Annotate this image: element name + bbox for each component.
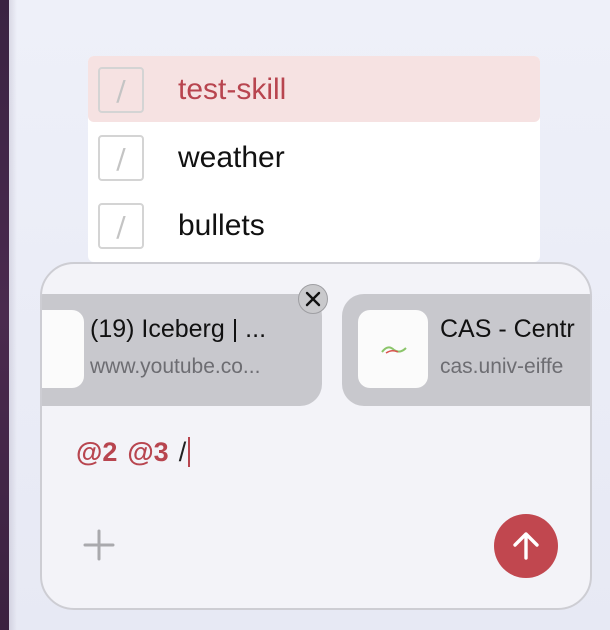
plus-icon xyxy=(83,529,115,561)
skill-item-test-skill[interactable]: / test-skill xyxy=(88,56,540,122)
remove-attachment-button[interactable] xyxy=(298,284,328,314)
skill-item-label: bullets xyxy=(178,209,265,242)
skill-item-bullets[interactable]: / bullets xyxy=(88,192,540,258)
message-input[interactable]: @2 @3 / xyxy=(76,432,191,472)
attachment-thumbnail xyxy=(358,310,428,388)
window-edge-shadow xyxy=(9,0,17,630)
mention-token: @3 xyxy=(127,437,169,467)
send-button[interactable] xyxy=(494,514,558,578)
arrow-up-icon xyxy=(513,532,539,560)
attachment-card-youtube[interactable]: (19) Iceberg | ... www.youtube.co... xyxy=(42,294,322,406)
text-caret xyxy=(188,437,191,467)
attachment-card-cas[interactable]: CAS - Centr cas.univ-eiffe xyxy=(342,294,590,406)
slash-command-icon: / xyxy=(98,135,144,181)
window-edge xyxy=(0,0,9,630)
skill-item-label: weather xyxy=(178,141,285,174)
skill-item-weather[interactable]: / weather xyxy=(88,124,540,190)
message-composer: (19) Iceberg | ... www.youtube.co... CAS… xyxy=(40,262,592,610)
attachment-title: (19) Iceberg | ... xyxy=(90,315,267,343)
mention-token: @2 xyxy=(76,437,118,467)
skill-suggestion-menu: / test-skill / weather / bullets xyxy=(88,56,540,262)
typed-text: / xyxy=(178,437,187,467)
attachment-url: cas.univ-eiffe xyxy=(440,355,564,378)
add-attachment-button[interactable] xyxy=(82,528,116,562)
skill-item-label: test-skill xyxy=(178,73,287,106)
close-icon xyxy=(305,291,321,307)
cas-icon xyxy=(378,340,410,358)
slash-command-icon: / xyxy=(98,203,144,249)
attachment-url: www.youtube.co... xyxy=(90,355,261,378)
attachment-title: CAS - Centr xyxy=(440,315,575,343)
slash-command-icon: / xyxy=(98,67,144,113)
attachment-thumbnail xyxy=(42,310,84,388)
